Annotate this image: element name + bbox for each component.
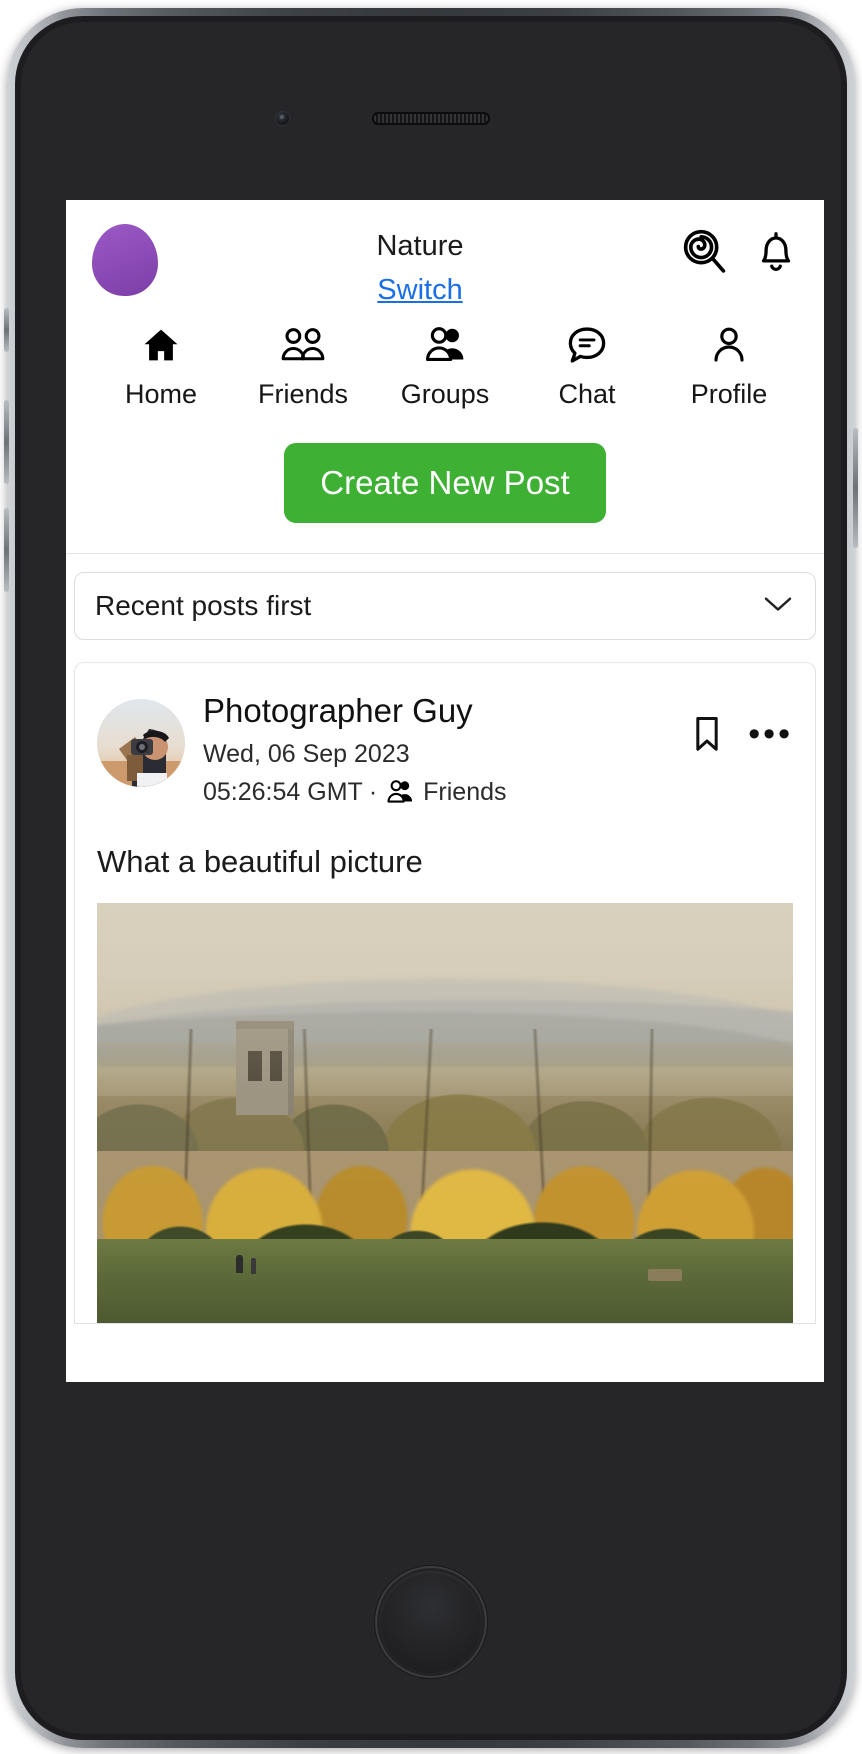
post-title: What a beautiful picture (97, 844, 423, 879)
phone-bezel: Nature Switch Home Friends Groups Chat P… (21, 22, 841, 1734)
phone-volume-up-button[interactable] (4, 400, 9, 484)
phone-volume-down-button[interactable] (4, 508, 9, 592)
post-time: 05:26:54 GMT (203, 778, 363, 806)
create-new-post-button[interactable]: Create New Post (284, 443, 606, 523)
nav-item-home-label: Home (124, 379, 198, 409)
nav-item-chat-label: Chat (558, 379, 616, 409)
phone-mute-switch[interactable] (4, 308, 9, 352)
post-photo[interactable] (97, 903, 793, 1323)
home-icon (140, 324, 182, 371)
post-actions: ••• (692, 689, 793, 753)
friends-icon (279, 324, 327, 371)
more-options-icon[interactable]: ••• (748, 717, 793, 751)
post-audience: Friends (423, 778, 507, 806)
switch-community-link[interactable]: Switch (377, 268, 462, 312)
photo-grass-field (97, 1239, 793, 1323)
person-icon (709, 324, 749, 371)
nav-item-friends-label: Friends (257, 379, 349, 409)
post-meta-separator: · (368, 778, 378, 806)
photo-walkers (236, 1254, 244, 1273)
top-bar-actions (682, 222, 798, 274)
community-name: Nature (376, 230, 464, 262)
create-post-area: Create New Post (66, 411, 824, 553)
phone-front-camera (275, 111, 290, 126)
nav-item-groups-label: Groups (400, 379, 490, 409)
main-navigation: Home Friends Groups Chat Profile (66, 318, 824, 411)
nav-item-home[interactable]: Home (90, 324, 232, 411)
nav-item-profile-label: Profile (690, 379, 768, 409)
search-icon[interactable] (682, 228, 728, 274)
nav-item-groups[interactable]: Groups (374, 324, 516, 411)
phone-power-button[interactable] (853, 428, 858, 548)
groups-icon (422, 324, 468, 371)
nav-item-profile[interactable]: Profile (658, 324, 800, 411)
sort-select[interactable]: Recent posts first (74, 572, 816, 640)
sort-area: Recent posts first (66, 554, 824, 640)
sort-select-value: Recent posts first (95, 590, 312, 621)
community-switcher: Nature Switch (158, 222, 682, 312)
chat-bubble-icon (565, 324, 609, 371)
post-meta: Photographer Guy Wed, 06 Sep 2023 05:26:… (203, 689, 674, 811)
app-top-bar: Nature Switch (66, 200, 824, 318)
chevron-down-icon (763, 595, 793, 618)
post-time-and-audience: 05:26:54 GMT · Friends (203, 773, 674, 811)
user-avatar[interactable] (92, 224, 158, 296)
post-card: Photographer Guy Wed, 06 Sep 2023 05:26:… (74, 662, 816, 1324)
groups-icon (383, 773, 417, 811)
phone-screen: Nature Switch Home Friends Groups Chat P… (66, 200, 824, 1382)
post-author-name[interactable]: Photographer Guy (203, 689, 674, 733)
phone-body: Nature Switch Home Friends Groups Chat P… (15, 16, 847, 1740)
phone-home-button[interactable] (375, 1566, 487, 1678)
post-header: Photographer Guy Wed, 06 Sep 2023 05:26:… (75, 663, 815, 815)
post-author-avatar[interactable] (97, 699, 185, 787)
phone-frame: Nature Switch Home Friends Groups Chat P… (4, 8, 858, 1748)
nav-item-chat[interactable]: Chat (516, 324, 658, 411)
bell-icon[interactable] (754, 228, 798, 274)
bookmark-icon[interactable] (692, 715, 722, 753)
post-date: Wed, 06 Sep 2023 (203, 740, 410, 768)
photo-park-bench (647, 1269, 682, 1281)
phone-earpiece-speaker (372, 112, 490, 125)
nav-item-friends[interactable]: Friends (232, 324, 374, 411)
